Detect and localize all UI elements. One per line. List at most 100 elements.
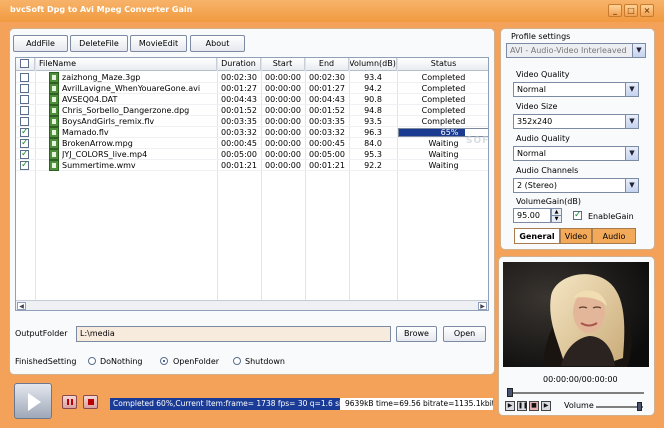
volume-gain-input[interactable]: 95.00: [513, 208, 551, 223]
row-checkbox[interactable]: [20, 95, 29, 104]
column-filename[interactable]: FileName: [35, 58, 217, 71]
row-checkbox[interactable]: [20, 127, 29, 137]
column-start[interactable]: Start: [261, 58, 305, 71]
cell-start: 00:00:00: [265, 139, 301, 148]
table-row[interactable]: AvrilLavigne_WhenYouareGone.avi 00:01:27 0…: [16, 83, 488, 94]
tab-video[interactable]: Video: [560, 228, 592, 244]
cell-duration: 00:05:00: [221, 150, 257, 159]
radio-shutdown[interactable]: [233, 357, 241, 365]
seek-slider[interactable]: [508, 392, 644, 394]
output-folder-input[interactable]: L:\media: [76, 326, 391, 342]
table-row[interactable]: JYJ_COLORS_live.mp4 00:05:00 00:00:00 00:05…: [16, 149, 488, 160]
table-row[interactable]: Summertime.wmv 00:01:21 00:00:00 00:01:21 92…: [16, 160, 488, 171]
open-button[interactable]: Open: [443, 326, 486, 342]
video-size-label: Video Size: [516, 102, 558, 111]
row-checkbox[interactable]: [20, 160, 29, 170]
settings-tabs: General Video Audio: [514, 228, 636, 244]
cell-end: 00:02:30: [309, 73, 345, 82]
cell-filename: BoysAndGirls_remix.flv: [62, 117, 155, 126]
column-volume[interactable]: Volumn(dB): [349, 58, 397, 71]
table-row[interactable]: Chris_Sorbello_Dangerzone.dpg 00:01:52 00:…: [16, 105, 488, 116]
pause-button[interactable]: [62, 395, 77, 409]
minimize-button[interactable]: _: [608, 4, 622, 17]
file-grid[interactable]: FileName Duration Start End Volumn(dB) S…: [15, 57, 489, 311]
column-end[interactable]: End: [305, 58, 349, 71]
player-time: 00:00:00/00:00:00: [543, 375, 618, 384]
cell-filename: zaizhong_Maze.3gp: [62, 73, 141, 82]
chevron-down-icon[interactable]: ▼: [625, 115, 638, 128]
cell-duration: 00:01:21: [221, 161, 257, 170]
video-quality-value: Normal: [517, 85, 546, 94]
chevron-down-icon[interactable]: ▼: [625, 83, 638, 96]
audio-quality-select[interactable]: Normal ▼: [513, 146, 639, 161]
volume-thumb[interactable]: [637, 402, 642, 411]
chevron-down-icon[interactable]: ▼: [625, 179, 638, 192]
browse-button[interactable]: Browe: [396, 326, 437, 342]
cell-filename: Mamado.flv: [62, 128, 109, 137]
spin-up-icon[interactable]: ▲: [552, 209, 561, 216]
row-checkbox[interactable]: [20, 106, 29, 115]
table-row[interactable]: Mamado.flv00:03:3200:00:0000:03:3296.365…: [16, 127, 488, 138]
cell-filename: JYJ_COLORS_live.mp4: [62, 150, 148, 159]
spin-down-icon[interactable]: ▼: [552, 216, 561, 222]
window-title: bvcSoft Dpg to Avi Mpeg Converter Gain: [10, 5, 193, 14]
add-file-button[interactable]: AddFile: [13, 35, 68, 52]
cell-start: 00:00:00: [265, 128, 301, 137]
seek-thumb[interactable]: [507, 388, 513, 397]
scroll-right-arrow-icon[interactable]: ▶: [478, 302, 487, 310]
chevron-down-icon[interactable]: ▼: [625, 147, 638, 160]
audio-channels-select[interactable]: 2 (Stereo) ▼: [513, 178, 639, 193]
video-quality-select[interactable]: Normal ▼: [513, 82, 639, 97]
row-checkbox[interactable]: [20, 73, 29, 82]
film-file-icon: [49, 116, 59, 127]
movie-edit-button[interactable]: MovieEdit: [130, 35, 187, 52]
cell-volume: 84.0: [364, 139, 382, 148]
row-checkbox[interactable]: [20, 149, 29, 159]
table-row[interactable]: zaizhong_Maze.3gp 00:02:30 00:00:00 00:02:3…: [16, 72, 488, 83]
radio-open-folder[interactable]: [160, 357, 168, 365]
enable-gain-checkbox[interactable]: [573, 210, 582, 220]
cell-status: Completed: [421, 73, 466, 82]
cell-end: 00:05:00: [309, 150, 345, 159]
cell-volume: 93.5: [364, 117, 382, 126]
radio-open-folder-label: OpenFolder: [173, 357, 220, 366]
volume-label: Volume: [564, 401, 594, 410]
film-file-icon: [49, 83, 59, 94]
close-button[interactable]: ×: [640, 4, 654, 17]
cell-volume: 90.8: [364, 95, 382, 104]
radio-do-nothing[interactable]: [88, 357, 96, 365]
finished-setting-label: FinishedSetting: [15, 357, 77, 366]
table-row[interactable]: BrokenArrow.mpg 00:00:45 00:00:00 00:00:45 8…: [16, 138, 488, 149]
volume-slider[interactable]: [596, 406, 643, 408]
player-stop-icon[interactable]: ■: [529, 401, 539, 411]
row-checkbox[interactable]: [20, 117, 29, 126]
about-button[interactable]: About: [190, 35, 245, 52]
tab-audio[interactable]: Audio: [592, 228, 636, 244]
table-row[interactable]: AVSEQ04.DAT 00:04:43 00:00:00 00:04:43 90.8 C…: [16, 94, 488, 105]
chevron-down-icon[interactable]: ▼: [632, 44, 645, 57]
column-status[interactable]: Status: [397, 58, 488, 71]
delete-file-button[interactable]: DeleteFile: [70, 35, 128, 52]
volume-gain-spinner[interactable]: ▲ ▼: [551, 208, 562, 223]
profile-select[interactable]: AVI - Audio-Video Interleaved ▼: [506, 43, 646, 58]
header-checkbox-cell[interactable]: [16, 58, 35, 71]
cell-volume: 93.4: [364, 73, 382, 82]
stop-button[interactable]: [83, 395, 98, 409]
video-size-select[interactable]: 352x240 ▼: [513, 114, 639, 129]
status-text-right: 9639kB time=69.56 bitrate=1135.1kbits/s: [340, 398, 493, 410]
horizontal-scrollbar[interactable]: ◀ ▶: [16, 300, 488, 310]
player-play-icon[interactable]: ▶: [505, 401, 515, 411]
table-row[interactable]: BoysAndGirls_remix.flv 00:03:35 00:00:00 00…: [16, 116, 488, 127]
maximize-button[interactable]: □: [624, 4, 638, 17]
row-checkbox[interactable]: [20, 84, 29, 93]
player-next-icon[interactable]: ▶: [541, 401, 551, 411]
column-duration[interactable]: Duration: [217, 58, 261, 71]
row-checkbox[interactable]: [20, 138, 29, 148]
select-all-checkbox[interactable]: [20, 59, 29, 68]
convert-play-button[interactable]: [14, 383, 52, 419]
scroll-left-arrow-icon[interactable]: ◀: [17, 302, 26, 310]
player-pause-icon[interactable]: ❚❚: [517, 401, 528, 411]
radio-shutdown-label: Shutdown: [245, 357, 285, 366]
tab-general[interactable]: General: [514, 228, 560, 244]
cell-filename: AVSEQ04.DAT: [62, 95, 118, 104]
